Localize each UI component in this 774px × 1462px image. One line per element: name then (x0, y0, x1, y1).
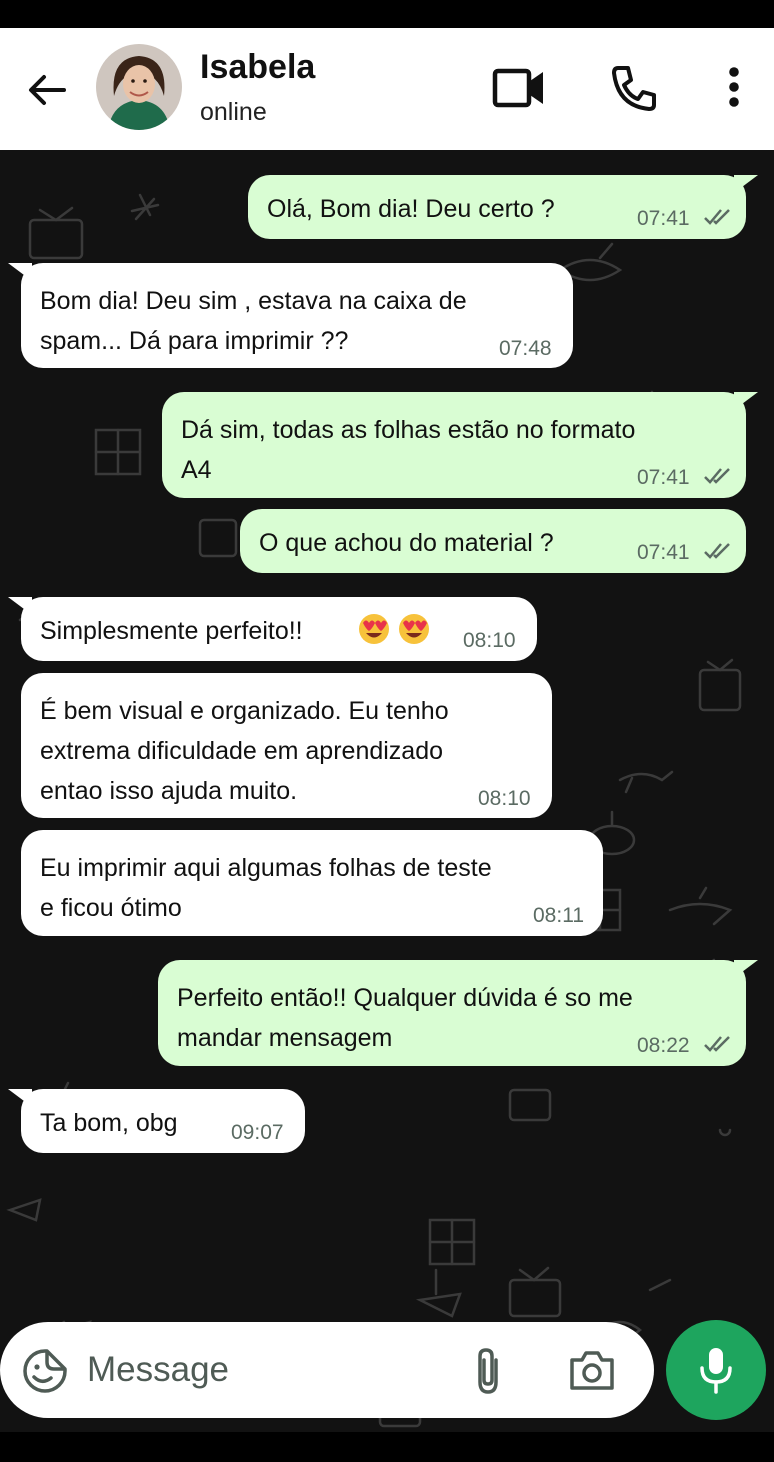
read-receipt-icon (704, 1036, 730, 1052)
message-bubble-outgoing[interactable]: Olá, Bom dia! Deu certo ? 07:41 (248, 175, 746, 239)
message-text: Perfeito então!! Qualquer dúvida é so me… (177, 984, 633, 1052)
status-bar (0, 0, 774, 28)
chat-header: Isabela online (0, 28, 774, 150)
read-receipt-icon (704, 209, 730, 225)
message-time: 07:41 (637, 466, 690, 489)
message-bubble-outgoing[interactable]: Dá sim, todas as folhas estão no formato… (162, 392, 746, 498)
message-time: 07:41 (637, 541, 690, 564)
camera-icon[interactable] (568, 1348, 616, 1392)
message-time: 07:48 (499, 337, 552, 360)
read-receipt-icon (704, 468, 730, 484)
attach-icon[interactable] (470, 1346, 506, 1396)
message-bubble-outgoing[interactable]: Perfeito então!! Qualquer dúvida é so me… (158, 960, 746, 1066)
message-text: O que achou do material ? (259, 529, 554, 557)
message-text: Simplesmente perfeito!! (40, 617, 303, 645)
contact-status: online (200, 98, 267, 126)
avatar[interactable] (96, 44, 182, 130)
video-call-icon[interactable] (492, 66, 546, 110)
heart-eyes-emoji-icon (359, 614, 389, 644)
message-input[interactable]: Message (87, 1350, 229, 1390)
message-bubble-incoming[interactable]: É bem visual e organizado. Eu tenho extr… (21, 673, 552, 818)
contact-name[interactable]: Isabela (200, 48, 315, 87)
message-bubble-outgoing[interactable]: O que achou do material ? 07:41 (240, 509, 746, 573)
message-time: 08:10 (478, 787, 531, 810)
more-vertical-icon[interactable] (722, 64, 746, 112)
bubble-tail (734, 175, 758, 193)
phone-icon[interactable] (610, 64, 658, 112)
message-text: É bem visual e organizado. Eu tenho extr… (40, 697, 449, 805)
read-receipt-icon (704, 543, 730, 559)
message-bubble-incoming[interactable]: Eu imprimir aqui algumas folhas de teste… (21, 830, 603, 936)
message-text: Ta bom, obg (40, 1109, 178, 1137)
message-text: Bom dia! Deu sim , estava na caixa de sp… (40, 287, 467, 355)
message-bubble-incoming[interactable]: Bom dia! Deu sim , estava na caixa de sp… (21, 263, 573, 368)
message-text: Dá sim, todas as folhas estão no formato… (181, 416, 636, 484)
bubble-tail (734, 960, 758, 978)
emoji-sticker-icon[interactable] (22, 1348, 68, 1394)
bubble-tail (734, 392, 758, 410)
message-composer[interactable]: Message (0, 1322, 654, 1418)
heart-eyes-emoji-icon (399, 614, 429, 644)
message-bubble-incoming[interactable]: Ta bom, obg 09:07 (21, 1089, 305, 1153)
back-arrow-icon[interactable] (24, 68, 68, 112)
navigation-bar (0, 1432, 774, 1462)
message-bubble-incoming[interactable]: Simplesmente perfeito!! 08:10 (21, 597, 537, 661)
message-text: Eu imprimir aqui algumas folhas de teste… (40, 854, 492, 922)
message-time: 07:41 (637, 207, 690, 230)
message-text: Olá, Bom dia! Deu certo ? (267, 195, 555, 223)
voice-message-button[interactable] (666, 1320, 766, 1420)
message-time: 08:11 (533, 904, 584, 927)
message-time: 09:07 (231, 1121, 284, 1144)
mic-icon (700, 1348, 732, 1394)
chat-area[interactable]: Olá, Bom dia! Deu certo ? 07:41 Bom dia!… (0, 150, 774, 1432)
message-time: 08:10 (463, 629, 516, 652)
message-time: 08:22 (637, 1034, 690, 1057)
